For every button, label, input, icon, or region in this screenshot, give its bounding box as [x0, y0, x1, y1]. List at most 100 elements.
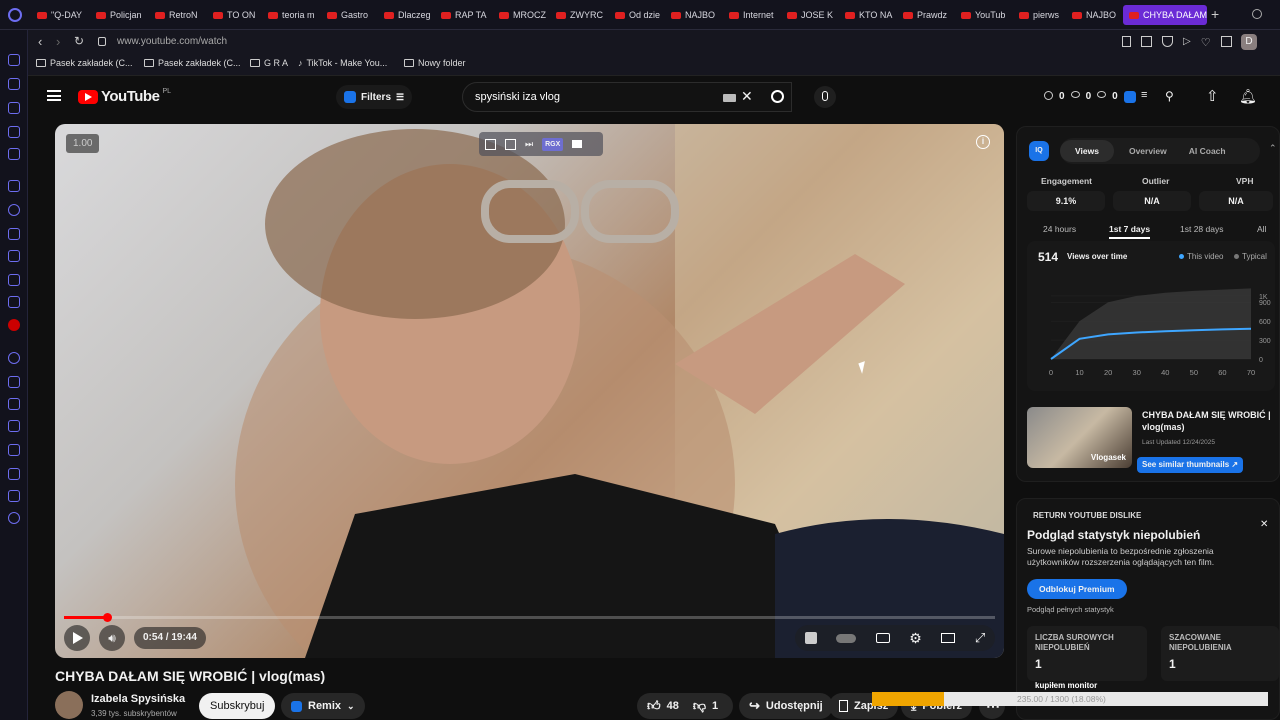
tab-views[interactable]: Views — [1060, 140, 1114, 162]
tab-item[interactable]: RetroN — [155, 6, 209, 24]
sidebar-extensions-icon[interactable] — [8, 102, 20, 114]
sidebar-settings-icon[interactable] — [8, 512, 20, 524]
sidebar-heart-icon[interactable] — [8, 398, 20, 410]
sidebar-download2-icon[interactable] — [8, 468, 20, 480]
theater-icon[interactable] — [572, 140, 583, 148]
sidebar-download-icon[interactable] — [8, 444, 20, 456]
screenshot-icon[interactable] — [1141, 36, 1152, 47]
sidebar-x-icon[interactable] — [8, 274, 20, 286]
sidebar-discord-icon[interactable] — [8, 296, 20, 308]
voice-search-icon[interactable] — [814, 86, 836, 108]
progress-knob[interactable] — [102, 613, 112, 622]
play-button[interactable] — [64, 625, 90, 651]
search-input[interactable]: spysiński iza vlog — [475, 91, 560, 103]
tab-item[interactable]: "Q-DAY — [37, 6, 91, 24]
tab-item[interactable]: teoria m — [268, 6, 322, 24]
channel-name[interactable]: Izabela Spysińska — [91, 693, 185, 705]
upload-icon[interactable]: ⇧ — [1206, 87, 1219, 105]
exit-icon[interactable] — [505, 138, 516, 150]
tab-item[interactable]: NAJBO — [671, 6, 725, 24]
url-text[interactable]: www.youtube.com/watch — [117, 36, 227, 47]
filters-button[interactable]: Filters ☰ — [336, 85, 413, 109]
range-28d[interactable]: 1st 28 days — [1180, 224, 1223, 234]
bookmark-folder[interactable]: Nowy folder — [404, 58, 466, 68]
similar-thumbnails-button[interactable]: See similar thumbnails ↗ — [1137, 457, 1244, 473]
tab-item[interactable]: JOSE K — [787, 6, 841, 24]
views-dropdown[interactable]: Views over time — [1067, 252, 1127, 261]
collapse-icon[interactable]: ⌃ — [1269, 143, 1277, 154]
tab-item[interactable]: pierws — [1019, 6, 1073, 24]
progress-track[interactable] — [64, 616, 995, 619]
speed-badge[interactable]: 1.00 — [66, 134, 100, 153]
tab-item[interactable]: YouTub — [961, 6, 1015, 24]
bookmark-folder[interactable]: G R A — [250, 58, 288, 68]
tab-item[interactable]: KTO NA — [845, 6, 899, 24]
bookmark-folder[interactable]: Pasek zakładek (C... — [36, 58, 133, 68]
remix-button[interactable]: Remix ⌄ — [281, 693, 365, 719]
keyboard-icon[interactable] — [723, 94, 736, 102]
subscribe-button[interactable]: Subskrybuj — [199, 693, 276, 719]
tab-overview[interactable]: Overview — [1114, 140, 1182, 162]
sidebar-history-icon[interactable] — [8, 78, 20, 90]
subtitles-icon[interactable] — [875, 633, 890, 643]
video-player[interactable]: 1.00 ⏭ RGX i 🔊︎ 0:54 / 19:44 ⚙ ⤢ — [55, 124, 1004, 658]
settings-gear-icon[interactable]: ⚙ — [909, 630, 922, 647]
unlock-premium-button[interactable]: Odblokuj Premium — [1027, 579, 1127, 599]
vidiq-player-icon[interactable] — [804, 632, 817, 644]
forward-icon[interactable]: › — [56, 34, 60, 49]
thumbnail-image[interactable]: Vlogasek — [1027, 407, 1132, 468]
sidebar-record-icon[interactable] — [8, 319, 20, 331]
extensions-icon[interactable] — [1220, 36, 1232, 47]
sidebar-instagram-icon[interactable] — [8, 250, 20, 262]
theater-mode-icon[interactable] — [941, 633, 956, 643]
sidebar-messenger-icon[interactable] — [8, 204, 20, 216]
tab-item[interactable]: ZWYRC — [556, 6, 610, 24]
play-icon[interactable]: ▷ — [1183, 36, 1191, 49]
like-icon[interactable]: 👍︎ — [647, 698, 661, 714]
sidebar-menu-icon[interactable] — [8, 420, 20, 432]
rgx-button[interactable]: RGX — [542, 137, 564, 151]
tab-item[interactable]: TO ON — [213, 6, 267, 24]
list-icon[interactable]: ≡ — [1141, 89, 1147, 101]
back-icon[interactable]: ‹ — [38, 34, 42, 49]
tab-item[interactable]: Dlaczeg — [384, 6, 438, 24]
vidiq-header-icon[interactable] — [1124, 91, 1136, 103]
tab-item[interactable]: NAJBO — [1072, 6, 1126, 24]
sidebar-aria-icon[interactable] — [8, 54, 20, 66]
volume-icon[interactable]: 🔊︎ — [99, 625, 125, 651]
autoplay-toggle[interactable] — [836, 633, 857, 643]
bookmark-icon[interactable] — [1122, 36, 1131, 47]
sidebar-mail-icon[interactable] — [8, 148, 20, 160]
tab-item[interactable]: Policjan — [96, 6, 150, 24]
translate-icon[interactable]: ⚲ — [1165, 89, 1174, 103]
tab-ai-coach[interactable]: AI Coach — [1182, 140, 1233, 162]
share-button[interactable]: ↪ Udostępnij — [739, 693, 833, 719]
pip-icon[interactable] — [485, 138, 496, 150]
skip-icon[interactable]: ⏭ — [525, 139, 533, 150]
heart-icon[interactable]: ♡ — [1201, 36, 1211, 49]
fullscreen-icon[interactable]: ⤢ — [975, 630, 985, 646]
sidebar-more-icon[interactable] — [8, 682, 20, 694]
hamburger-menu-icon[interactable] — [47, 90, 61, 101]
dislike-icon[interactable]: 👎︎ — [693, 698, 706, 714]
range-7d[interactable]: 1st 7 days — [1109, 224, 1151, 239]
tab-item[interactable]: MROCZ — [499, 6, 553, 24]
new-tab-button[interactable]: + — [1211, 6, 1219, 22]
tab-item[interactable]: Gastro — [327, 6, 381, 24]
sidebar-twitch-icon[interactable] — [8, 180, 20, 192]
search-tabs-icon[interactable] — [1252, 9, 1262, 19]
bookmark-tiktok[interactable]: ♪ TikTok - Make You... — [298, 58, 387, 68]
notifications-icon[interactable]: 🔔︎ — [1239, 88, 1257, 105]
reload-icon[interactable]: ↻ — [74, 34, 84, 48]
tab-item[interactable]: Prawdz — [903, 6, 957, 24]
rytd-close-icon[interactable]: ✕ — [1260, 519, 1268, 530]
tab-item[interactable]: Od dzie — [615, 6, 669, 24]
sidebar-cube-icon[interactable] — [8, 490, 20, 502]
sidebar-spotify-icon[interactable] — [8, 352, 20, 364]
sidebar-player-icon[interactable] — [8, 376, 20, 388]
range-all[interactable]: All — [1257, 224, 1266, 234]
bookmark-folder[interactable]: Pasek zakładek (C... — [144, 58, 241, 68]
tab-active[interactable]: CHYBA DAŁAM — [1123, 5, 1207, 25]
clear-search-icon[interactable]: ✕ — [741, 88, 753, 105]
info-icon[interactable]: i — [976, 135, 990, 149]
